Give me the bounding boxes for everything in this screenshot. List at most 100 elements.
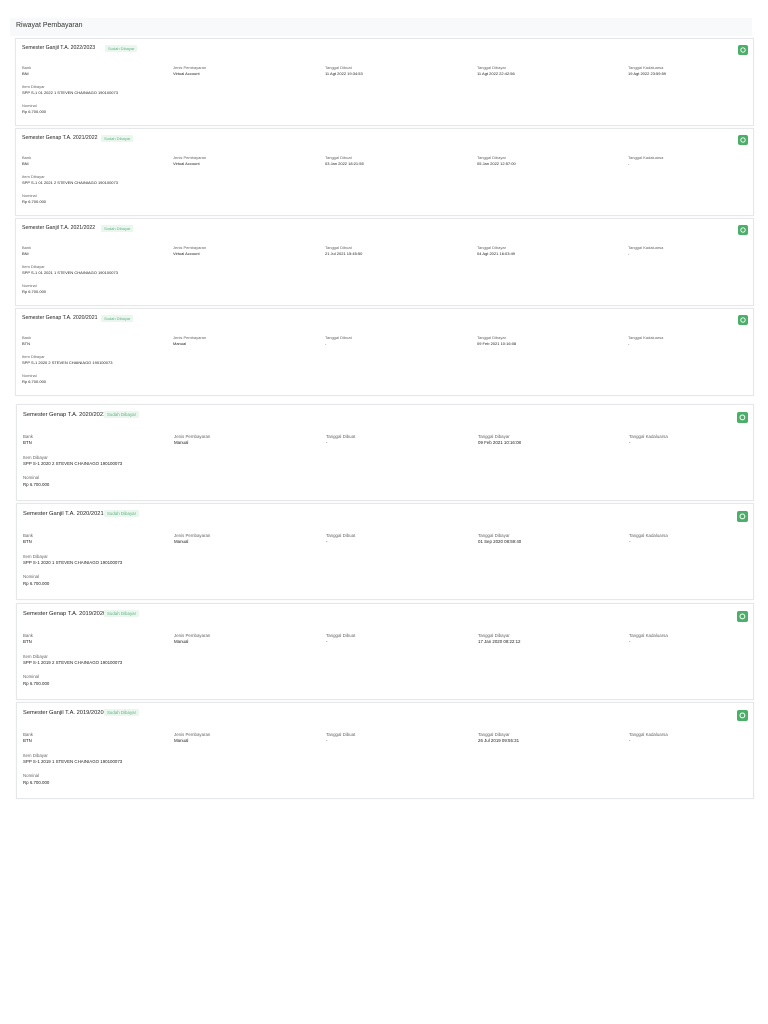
label-tanggal-dibayar: Tanggal Dibayar <box>477 155 506 160</box>
value-bank: BTN <box>23 738 32 744</box>
value-tanggal-dibuat: - <box>326 639 328 645</box>
value-item: SPP S-1 01 2021 2 STEVEN CHAINIAGO 19010… <box>22 180 118 185</box>
refresh-icon[interactable] <box>737 709 748 721</box>
card-title: Semester Genap T.A. 2021/2022 <box>22 135 98 141</box>
refresh-icon[interactable] <box>737 510 748 522</box>
label-jenis: Jenis Pembayaran <box>173 245 207 250</box>
payment-card: Semester Ganjil T.A. 2020/2021 Sudah Diba… <box>16 503 754 600</box>
value-tanggal-dibuat: 03 Jan 2022 18:21:55 <box>325 161 364 166</box>
card-title: Semester Genap T.A. 2020/2021 <box>23 411 107 418</box>
label-jenis: Jenis Pembayaran <box>174 532 211 538</box>
value-tanggal-dibayar: 11 Agt 2022 22:42:56 <box>477 71 515 76</box>
label-bank: Bank <box>23 532 34 538</box>
refresh-icon[interactable] <box>738 225 748 235</box>
value-tanggal-kadaluarsa: - <box>629 738 631 744</box>
label-tanggal-dibuat: Tanggal Dibuat <box>325 335 352 340</box>
label-tanggal-kadaluarsa: Tanggal Kadaluarsa <box>628 155 664 160</box>
value-item: SPP S-1 2019 1 STEVEN CHAINIAGO 19010007… <box>23 759 123 765</box>
label-bank: Bank <box>23 433 34 439</box>
status-badge: Sudah Dibayar <box>104 610 140 618</box>
label-item: Item Dibayar <box>22 354 45 359</box>
value-bank: BTN <box>23 539 32 545</box>
label-bank: Bank <box>22 245 32 250</box>
card-title: Semester Ganjil T.A. 2019/2020 <box>23 709 104 716</box>
label-item: Item Dibayar <box>23 653 48 659</box>
refresh-icon[interactable] <box>738 315 748 325</box>
value-nominal: Rp 6.700.000 <box>23 581 50 586</box>
value-jenis: Virtual Account <box>173 161 200 166</box>
label-nominal: Nominal <box>23 674 40 680</box>
label-tanggal-kadaluarsa: Tanggal Kadaluarsa <box>629 433 668 439</box>
payment-history-page: Riwayat Pembayaran Semester Ganjil T.A. … <box>0 0 768 1024</box>
label-bank: Bank <box>23 731 34 737</box>
label-tanggal-kadaluarsa: Tanggal Kadaluarsa <box>628 65 664 70</box>
refresh-icon[interactable] <box>737 411 748 423</box>
payment-card: Semester Ganjil T.A. 2022/2023 Sudah Diba… <box>15 38 754 126</box>
label-jenis: Jenis Pembayaran <box>174 731 211 737</box>
label-jenis: Jenis Pembayaran <box>173 65 207 70</box>
status-badge: Sudah Dibayar <box>104 411 140 419</box>
value-tanggal-dibayar: 01 Sep 2020 08:59:40 <box>478 539 522 545</box>
refresh-icon[interactable] <box>737 610 748 622</box>
value-bank: BNI <box>22 251 29 256</box>
label-item: Item Dibayar <box>23 553 48 559</box>
value-tanggal-dibayar: 17 Jan 2020 08:22:12 <box>478 639 521 645</box>
label-nominal: Nominal <box>22 283 37 288</box>
label-tanggal-kadaluarsa: Tanggal Kadaluarsa <box>629 532 668 538</box>
value-nominal: Rp 6.700.000 <box>22 199 47 204</box>
value-nominal: Rp 6.700.000 <box>23 681 50 686</box>
value-nominal: Rp 6.700.000 <box>23 482 50 487</box>
value-tanggal-kadaluarsa: - <box>629 539 631 545</box>
value-nominal: Rp 6.700.000 <box>22 109 47 114</box>
label-jenis: Jenis Pembayaran <box>174 632 211 638</box>
value-jenis: Virtual Account <box>173 251 200 256</box>
value-jenis: Manual <box>173 341 187 346</box>
status-badge: Sudah Dibayar <box>101 224 134 232</box>
card-title: Semester Genap T.A. 2020/2021 <box>22 315 98 321</box>
value-jenis: Manual <box>174 738 189 744</box>
label-bank: Bank <box>22 335 32 340</box>
value-bank: BTN <box>23 440 32 446</box>
card-title: Semester Ganjil T.A. 2022/2023 <box>22 45 96 51</box>
page-title: Riwayat Pembayaran <box>16 22 83 29</box>
status-badge: Sudah Dibayar <box>101 314 134 322</box>
label-tanggal-kadaluarsa: Tanggal Kadaluarsa <box>628 335 664 340</box>
card-title: Semester Genap T.A. 2019/2020 <box>23 610 107 617</box>
value-tanggal-kadaluarsa: 19 Agt 2022 23:59:59 <box>628 71 667 76</box>
label-tanggal-dibuat: Tanggal Dibuat <box>326 632 356 638</box>
value-tanggal-dibuat: - <box>326 539 328 545</box>
label-tanggal-dibuat: Tanggal Dibuat <box>326 731 356 737</box>
label-tanggal-dibayar: Tanggal Dibayar <box>477 245 506 250</box>
label-tanggal-dibuat: Tanggal Dibuat <box>325 245 352 250</box>
payment-card: Semester Ganjil T.A. 2019/2020 Sudah Diba… <box>16 702 754 799</box>
value-tanggal-dibayar: 05 Jan 2022 12:57:00 <box>477 161 516 166</box>
payment-card: Semester Ganjil T.A. 2021/2022 Sudah Diba… <box>15 218 754 306</box>
value-item: SPP S-1 2020 2 STEVEN CHAINIAGO 19010007… <box>22 360 113 365</box>
value-item: SPP S-1 2020 2 STEVEN CHAINIAGO 19010007… <box>23 461 123 467</box>
label-tanggal-dibuat: Tanggal Dibuat <box>326 532 356 538</box>
status-badge: Sudah Dibayar <box>104 510 140 518</box>
label-tanggal-kadaluarsa: Tanggal Kadaluarsa <box>628 245 664 250</box>
value-tanggal-dibuat: 11 Agt 2022 19:34:53 <box>325 71 363 76</box>
card-title: Semester Ganjil T.A. 2020/2021 <box>23 510 104 517</box>
label-bank: Bank <box>22 65 32 70</box>
refresh-icon[interactable] <box>738 45 748 55</box>
label-nominal: Nominal <box>22 373 37 378</box>
refresh-icon[interactable] <box>738 135 748 145</box>
label-tanggal-dibayar: Tanggal Dibayar <box>478 532 510 538</box>
value-jenis: Manual <box>174 440 189 446</box>
value-item: SPP S-1 01 2021 1 STEVEN CHAINIAGO 19010… <box>22 270 118 275</box>
label-item: Item Dibayar <box>23 752 48 758</box>
value-bank: BTN <box>22 341 30 346</box>
value-tanggal-dibuat: - <box>326 738 328 744</box>
value-tanggal-dibayar: 09 Feb 2021 10:16:08 <box>477 341 517 346</box>
page-header <box>10 18 752 36</box>
label-item: Item Dibayar <box>22 264 45 269</box>
label-nominal: Nominal <box>23 773 40 779</box>
label-tanggal-dibuat: Tanggal Dibuat <box>325 155 352 160</box>
value-bank: BTN <box>23 639 32 645</box>
label-nominal: Nominal <box>22 103 37 108</box>
value-jenis: Virtual Account <box>173 71 200 76</box>
value-jenis: Manual <box>174 639 189 645</box>
label-item: Item Dibayar <box>22 84 45 89</box>
